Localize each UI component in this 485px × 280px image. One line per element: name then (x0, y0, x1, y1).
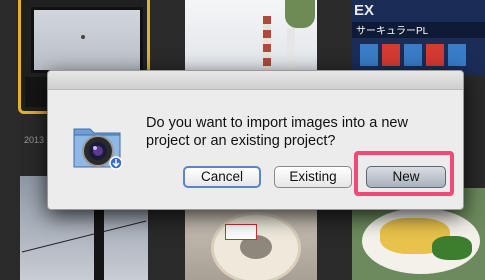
import-dialog: Do you want to import images into a new … (47, 70, 464, 210)
thumbnail-caption: 2013 (24, 135, 45, 145)
product-box (448, 44, 466, 66)
vegetables (432, 236, 472, 260)
dialog-message: Do you want to import images into a new … (146, 115, 408, 149)
existing-project-button[interactable]: Existing (274, 166, 352, 188)
product-box (382, 44, 400, 66)
product-box (404, 44, 422, 66)
product-box (360, 44, 378, 66)
callout-highlight-box (354, 151, 454, 196)
power-wire (21, 220, 147, 253)
thumbnail-store-display[interactable]: EX サーキュラーPL (352, 0, 485, 75)
monitor-screen (31, 7, 143, 73)
cancel-button[interactable]: Cancel (183, 166, 261, 188)
thumbnail-tape-roll[interactable] (185, 200, 317, 280)
tower-shape (263, 16, 271, 76)
aperture-folder-camera-icon (73, 128, 123, 170)
product-box (426, 44, 444, 66)
store-sub-label: サーキュラーPL (356, 26, 429, 37)
tree-shape (285, 0, 315, 28)
monitor-dot (81, 35, 85, 39)
thumbnail-tower[interactable] (185, 0, 317, 80)
dialog-titlebar[interactable] (48, 71, 463, 90)
store-sign-text: EX (354, 2, 375, 19)
tape-roll (211, 212, 301, 280)
tape-tag (225, 224, 257, 240)
pole-shape (287, 28, 295, 68)
